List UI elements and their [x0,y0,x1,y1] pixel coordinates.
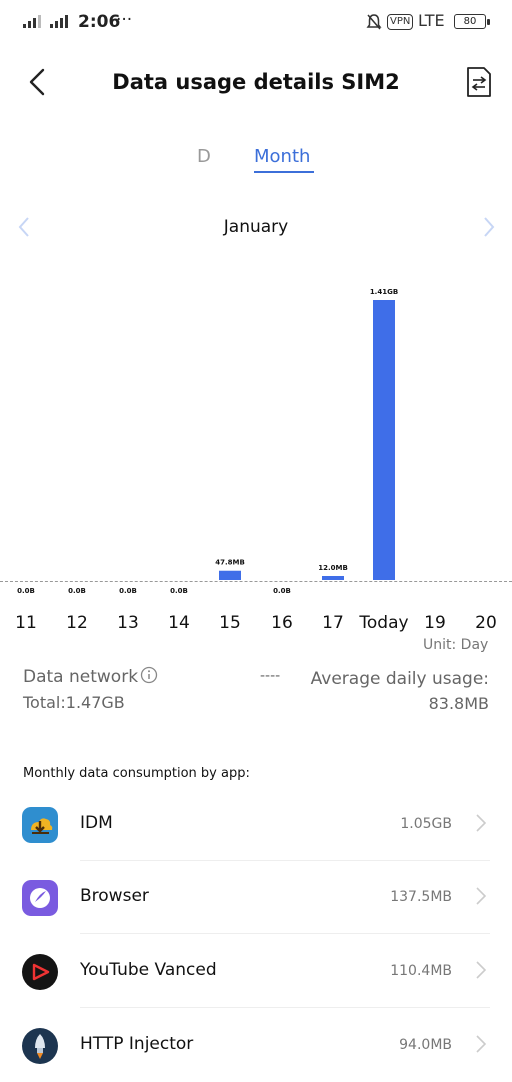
chevron-right-icon [476,1035,487,1053]
browser-icon [22,880,58,916]
app-row-http-injector[interactable]: HTTP Injector 94.0MB [0,1010,512,1082]
data-label-11: 0.0B [17,587,35,595]
data-network-label: Data network [23,667,139,687]
data-label-12: 0.0B [68,587,86,595]
app-name: IDM [80,813,113,833]
apps-section-title: Monthly data consumption by app: [23,766,250,781]
x-tick-14[interactable]: 14 [168,613,190,633]
x-tick-12[interactable]: 12 [66,613,88,633]
row-divider [80,1007,490,1008]
data-label-13: 0.0B [119,587,137,595]
page-title: Data usage details SIM2 [112,70,400,94]
chart-unit-label: Unit: Day [423,637,489,653]
notifications-off-icon [366,14,382,30]
data-label-today: 1.41GB [370,288,398,296]
tab-month[interactable]: Month [254,146,310,167]
info-icon[interactable] [140,666,158,684]
signal-strength-icon-sim1 [23,15,41,28]
x-tick-11[interactable]: 11 [15,613,37,633]
chart-baseline [0,581,512,582]
data-label-15: 47.8MB [215,559,245,567]
youtube-vanced-icon [22,954,58,990]
app-name: YouTube Vanced [80,960,217,980]
x-tick-17[interactable]: 17 [322,613,344,633]
next-month-icon[interactable] [481,215,497,239]
chevron-right-icon [476,961,487,979]
tab-month-indicator [254,171,314,173]
status-more-dots: ··· [116,10,133,30]
signal-strength-icon-sim2 [50,15,68,28]
total-usage: Total:1.47GB [23,693,125,712]
app-name: Browser [80,886,149,906]
http-injector-icon [22,1028,58,1064]
bar-15 [219,570,241,580]
app-name: HTTP Injector [80,1034,194,1054]
x-tick-today[interactable]: Today [358,613,408,633]
app-row-browser[interactable]: Browser 137.5MB [0,862,512,934]
idm-icon [22,807,58,843]
chevron-right-icon [476,814,487,832]
app-usage: 137.5MB [390,889,452,905]
bar-17 [322,576,344,580]
row-divider [80,860,490,861]
row-divider [80,933,490,934]
status-time: 2:06 [78,12,121,32]
summary-separator: ---- [260,668,281,684]
vpn-badge: VPN [387,14,414,30]
average-daily-usage-label: Average daily usage: [310,669,489,689]
average-daily-usage-value: 83.8MB [428,694,489,713]
x-tick-16[interactable]: 16 [271,613,293,633]
x-tick-15[interactable]: 15 [219,613,241,633]
x-tick-20[interactable]: 20 [475,613,497,633]
app-usage: 94.0MB [399,1037,452,1053]
app-row-youtube-vanced[interactable]: YouTube Vanced 110.4MB [0,936,512,1008]
app-usage: 110.4MB [390,963,452,979]
battery-level: 80 [463,16,477,27]
daily-usage-chart: 0.0B 11 0.0B 12 0.0B 13 0.0B 14 47.8MB 15 0.0B 16 12… [15,288,497,633]
data-label-16: 0.0B [273,587,291,595]
bar-today [373,300,395,580]
chevron-right-icon [476,887,487,905]
network-type: LTE [418,11,445,30]
app-row-idm[interactable]: IDM 1.05GB [0,789,512,861]
x-tick-19[interactable]: 19 [424,613,446,633]
data-label-14: 0.0B [170,587,188,595]
battery-icon: 80 [454,14,490,29]
month-label: January [223,217,289,237]
tab-day[interactable]: D [197,146,211,167]
x-tick-13[interactable]: 13 [117,613,139,633]
app-usage: 1.05GB [400,816,452,832]
data-transfer-icon[interactable] [465,66,493,98]
data-label-17: 12.0MB [318,564,348,572]
